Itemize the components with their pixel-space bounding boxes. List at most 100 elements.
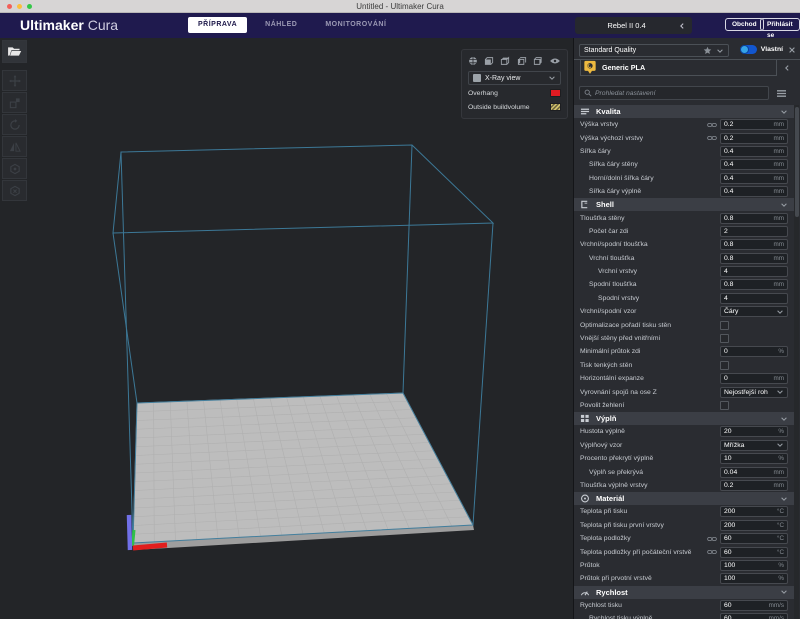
window-controls[interactable] [7, 4, 32, 9]
setting-control: 0mm [720, 373, 788, 384]
setting-input[interactable]: 0.4mm [720, 173, 788, 184]
mirror-tool-icon [9, 141, 21, 153]
minimize-window-icon[interactable] [17, 4, 22, 9]
tab-prepare[interactable]: PŘÍPRAVA [188, 17, 247, 33]
setting-dropdown[interactable]: Mřížka [720, 440, 788, 451]
setting-control: 0.8mm [720, 239, 788, 250]
setting-input[interactable]: 200°C [720, 520, 788, 531]
section-header-shell[interactable]: Shell [574, 198, 795, 211]
setting-input[interactable]: 60°C [720, 533, 788, 544]
setting-unit: °C [777, 522, 784, 529]
setting-input[interactable]: 60mm/s [720, 613, 788, 619]
view-left-icon[interactable] [517, 56, 527, 66]
print-settings-panel: Standard Quality Vlastní Generic PLA Kva… [573, 38, 800, 619]
axis-y-green [133, 530, 135, 546]
section-title: Shell [596, 200, 780, 209]
sign-in-button[interactable]: Přihlásit se [760, 18, 800, 31]
marketplace-button[interactable]: Obchod [725, 18, 764, 31]
setting-dropdown[interactable]: Nejostřejší roh [720, 387, 788, 398]
setting-checkbox[interactable] [720, 401, 729, 410]
setting-unit: °C [777, 549, 784, 556]
link-icon [707, 536, 717, 542]
setting-value: 0.04 [724, 469, 774, 476]
speed-icon [580, 588, 591, 597]
section-header-v-pl-[interactable]: Výplň [574, 412, 795, 425]
setting-checkbox[interactable] [720, 334, 729, 343]
setting-row-vyrovn-n-spoj-na-ose-z: Vyrovnání spojů na ose ZNejostřejší roh [574, 385, 795, 398]
setting-dropdown[interactable]: Čáry [720, 306, 788, 317]
view-eye-icon[interactable] [549, 57, 561, 65]
setting-value: 60 [724, 535, 777, 542]
setting-input[interactable]: 10% [720, 453, 788, 464]
setting-input[interactable]: 100% [720, 573, 788, 584]
setting-input[interactable]: 0mm [720, 373, 788, 384]
setting-control: 4 [720, 293, 788, 304]
setting-input[interactable]: 0.2mm [720, 119, 788, 130]
section-header-rychlost[interactable]: Rychlost [574, 586, 795, 599]
setting-row-spodn-tlou-ka: Spodní tloušťka0.8mm [574, 278, 795, 291]
setting-input[interactable]: 100% [720, 560, 788, 571]
search-box[interactable] [579, 86, 769, 100]
setting-value: 4 [724, 268, 784, 275]
setting-row-pr-tok-p-i-prvotn-vrstv-: Průtok při prvotní vrstvě100% [574, 572, 795, 585]
settings-visibility-menu-icon[interactable] [776, 89, 787, 98]
window-title: Untitled - Ultimaker Cura [0, 2, 800, 11]
setting-row-spodn-vrstvy: Spodní vrstvy4 [574, 292, 795, 305]
material-selector[interactable]: Generic PLA [580, 59, 777, 76]
setting-label: Počet čar zdi [574, 228, 720, 235]
close-icon[interactable] [788, 46, 796, 54]
setting-input[interactable]: 60mm/s [720, 600, 788, 611]
setting-input[interactable]: 60°C [720, 547, 788, 558]
setting-input[interactable]: 0.8mm [720, 239, 788, 250]
profile-dropdown[interactable]: Standard Quality [579, 44, 729, 57]
view-front-icon[interactable] [484, 56, 494, 66]
custom-mode-group: Vlastní [740, 45, 796, 54]
setting-row-horn-doln-ka-ry: Horní/dolní šířka čáry0.4mm [574, 172, 795, 185]
setting-input[interactable]: 2 [720, 226, 788, 237]
close-window-icon[interactable] [7, 4, 12, 9]
setting-unit: mm [774, 215, 785, 222]
scrollbar-thumb[interactable] [795, 107, 799, 217]
view-3d-icon[interactable] [468, 56, 478, 66]
view-mode-dropdown[interactable]: X-Ray view [468, 71, 561, 85]
setting-input[interactable]: 4 [720, 266, 788, 277]
chevron-left-icon[interactable] [783, 64, 791, 72]
section-title: Výplň [596, 414, 780, 423]
setting-input[interactable]: 4 [720, 293, 788, 304]
setting-input[interactable]: 0.04mm [720, 467, 788, 478]
tab-monitor[interactable]: MONITOROVÁNÍ [315, 17, 396, 33]
setting-row-v-ka-vrstvy: Výška vrstvy0.2mm [574, 118, 795, 131]
view-top-icon[interactable] [500, 56, 510, 66]
setting-input[interactable]: 20% [720, 426, 788, 437]
custom-mode-toggle[interactable] [740, 45, 757, 54]
section-header-kvalita[interactable]: Kvalita [574, 105, 795, 118]
setting-input[interactable]: 0.2mm [720, 480, 788, 491]
setting-input[interactable]: 0.8mm [720, 213, 788, 224]
setting-value: 100 [724, 562, 778, 569]
settings-scrollbar[interactable] [794, 105, 799, 619]
setting-input[interactable]: 0% [720, 346, 788, 357]
setting-label: Teplota podložky při počáteční vrstvě [574, 549, 707, 556]
setting-input[interactable]: 0.8mm [720, 279, 788, 290]
setting-checkbox[interactable] [720, 361, 729, 370]
search-input[interactable] [595, 90, 764, 97]
open-file-button[interactable] [2, 40, 27, 63]
viewport-3d[interactable]: X-Ray view OverhangOutside buildvolume [0, 38, 573, 619]
setting-unit: mm [774, 121, 785, 128]
tab-preview[interactable]: NÁHLED [255, 17, 307, 33]
setting-input[interactable]: 200°C [720, 506, 788, 517]
setting-input[interactable]: 0.4mm [720, 146, 788, 157]
setting-checkbox[interactable] [720, 321, 729, 330]
zoom-window-icon[interactable] [27, 4, 32, 9]
setting-input[interactable]: 0.4mm [720, 186, 788, 197]
setting-input[interactable]: 0.2mm [720, 133, 788, 144]
setting-input[interactable]: 0.8mm [720, 253, 788, 264]
printer-selector[interactable]: Rebel II 0.4 [575, 17, 692, 34]
view-right-icon[interactable] [533, 56, 543, 66]
setting-row-tisk-tenk-ch-st-n: Tisk tenkých stěn [574, 359, 795, 372]
setting-input[interactable]: 0.4mm [720, 159, 788, 170]
section-header-materi-l[interactable]: Materiál [574, 492, 795, 505]
rotate-tool-button [2, 114, 27, 135]
setting-label: Šířka čáry výplně [574, 188, 720, 195]
setting-label: Spodní vrstvy [574, 295, 720, 302]
